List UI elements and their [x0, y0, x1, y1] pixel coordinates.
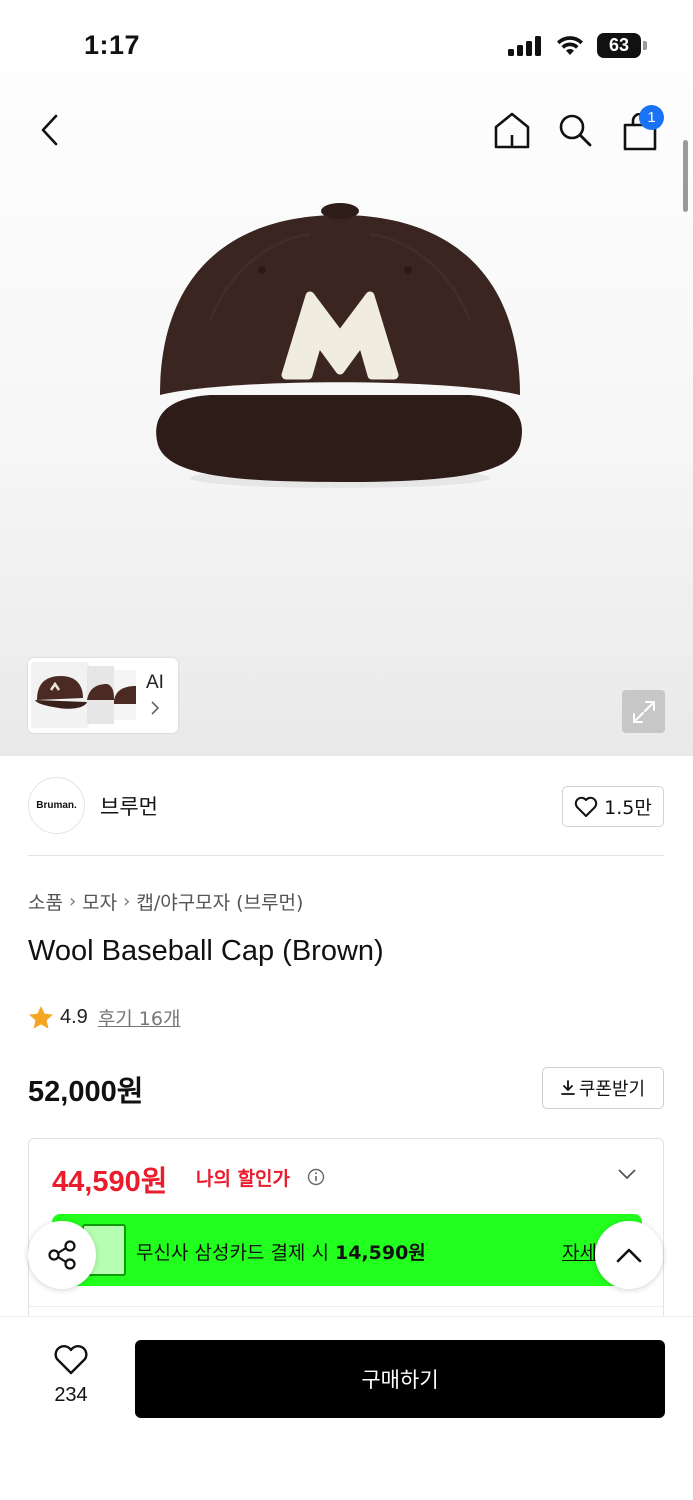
- info-icon[interactable]: [307, 1168, 325, 1186]
- thumbnail-3[interactable]: [114, 670, 136, 720]
- battery-cap: [643, 41, 647, 50]
- heart-icon: [54, 1345, 88, 1375]
- brand-name[interactable]: 브루먼: [100, 791, 158, 821]
- download-icon: [560, 1080, 575, 1095]
- thumbnail-cap-image-3: [114, 686, 136, 704]
- wishlist-count: 234: [54, 1384, 88, 1406]
- chevron-right-icon: ›: [68, 891, 77, 912]
- product-title: Wool Baseball Cap (Brown): [28, 935, 384, 967]
- chevron-down-icon[interactable]: [617, 1168, 637, 1180]
- brand-like-button[interactable]: 1.5만: [562, 786, 664, 827]
- back-button[interactable]: [26, 106, 74, 154]
- thumbnail-2[interactable]: [87, 666, 114, 724]
- product-image[interactable]: [150, 200, 530, 500]
- search-icon: [559, 114, 592, 147]
- status-bar: 1:17 63: [0, 0, 693, 90]
- signal-icon: [508, 36, 544, 56]
- share-icon: [48, 1240, 76, 1270]
- review-link[interactable]: 후기 16개: [98, 1004, 181, 1031]
- rating-value: 4.9: [60, 1006, 88, 1028]
- chevron-left-icon: [41, 114, 58, 146]
- discount-label: 나의 할인가: [196, 1168, 291, 1190]
- scrollbar[interactable]: [683, 140, 688, 212]
- home-button[interactable]: [488, 106, 536, 154]
- expand-icon: [632, 700, 655, 723]
- heart-icon: [574, 796, 598, 817]
- expand-image-button[interactable]: [622, 690, 665, 733]
- original-price: 52,000원: [28, 1076, 144, 1108]
- thumbnail-strip[interactable]: AI: [28, 658, 178, 733]
- status-time: 1:17: [84, 30, 141, 60]
- discount-price: 44,590원: [52, 1166, 168, 1198]
- breadcrumb: 소품 › 모자 › 캡/야구모자 (브루먼): [28, 888, 303, 915]
- battery-indicator: 63: [597, 33, 641, 58]
- wifi-icon: [557, 36, 583, 55]
- breadcrumb-item[interactable]: 캡/야구모자 (브루먼): [136, 888, 303, 915]
- card-promo-detail-link[interactable]: 자세: [562, 1238, 597, 1265]
- brand-like-count: 1.5만: [604, 797, 652, 819]
- share-button[interactable]: [28, 1221, 96, 1289]
- coupon-button[interactable]: 쿠폰받기: [542, 1067, 664, 1109]
- ai-thumbnail-label: AI: [146, 672, 164, 693]
- star-icon: [29, 1006, 53, 1029]
- card-promo-banner[interactable]: 무신사 삼성카드 결제 시 14,590원 자세: [52, 1214, 642, 1286]
- chevron-right-icon: [151, 701, 160, 715]
- scroll-top-button[interactable]: [595, 1221, 663, 1289]
- chevron-right-icon: ›: [123, 891, 131, 912]
- divider: [28, 855, 664, 856]
- buy-button[interactable]: 구매하기: [135, 1340, 665, 1418]
- brand-logo[interactable]: Bruman.: [28, 777, 85, 834]
- thumbnail-1[interactable]: [31, 662, 89, 728]
- home-icon: [494, 112, 530, 149]
- chevron-up-icon: [616, 1248, 642, 1263]
- wishlist-button[interactable]: 234: [40, 1344, 102, 1407]
- breadcrumb-item[interactable]: 모자: [82, 888, 117, 915]
- cart-count-badge: 1: [639, 105, 664, 130]
- breadcrumb-item[interactable]: 소품: [28, 888, 63, 915]
- product-rating: 4.9 후기 16개: [28, 1004, 180, 1031]
- card-promo-text: 무신사 삼성카드 결제 시 14,590원: [136, 1242, 426, 1264]
- thumbnail-cap-image-2: [87, 684, 114, 700]
- thumbnail-cap-image: [35, 676, 87, 709]
- coupon-button-label: 쿠폰받기: [578, 1079, 646, 1100]
- divider: [29, 1306, 663, 1307]
- search-button[interactable]: [551, 106, 599, 154]
